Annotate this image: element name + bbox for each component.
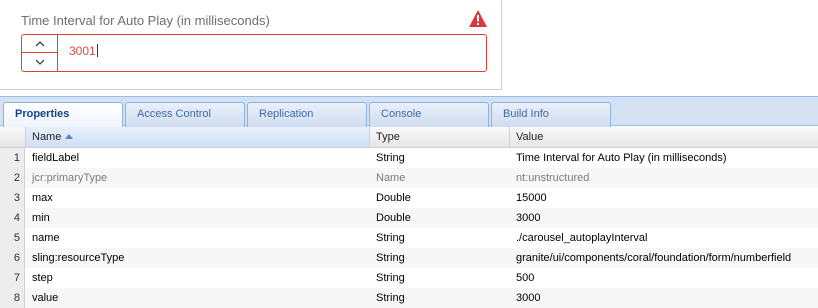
- cell-type: Name: [376, 172, 406, 184]
- cell-value: Time Interval for Auto Play (in millisec…: [516, 152, 727, 164]
- cell-type: Double: [376, 212, 411, 224]
- cell-name: fieldLabel: [32, 152, 80, 164]
- column-header-value[interactable]: Value: [510, 127, 818, 147]
- number-stepper-field: 3001: [21, 34, 487, 72]
- column-header-name-label: Name: [32, 131, 62, 143]
- cell-type: String: [376, 292, 405, 304]
- chevron-up-icon: [35, 41, 44, 47]
- properties-grid: Name Type Value 1 fieldLabel String Time In…: [0, 127, 818, 308]
- tab-bar: Properties Access Control Replication Co…: [0, 96, 818, 128]
- cell-value: 15000: [516, 192, 547, 204]
- stepper-buttons: [22, 35, 58, 71]
- cell-value: 3000: [516, 212, 541, 224]
- tab-replication[interactable]: Replication: [247, 102, 367, 127]
- row-number: 1: [0, 148, 25, 168]
- field-label: Time Interval for Auto Play (in millisec…: [21, 13, 270, 28]
- row-number: 2: [0, 168, 25, 188]
- row-number: 3: [0, 188, 25, 208]
- row-number: 7: [0, 268, 25, 288]
- cell-name: sling:resourceType: [32, 252, 125, 264]
- cell-type: String: [376, 272, 405, 284]
- table-row[interactable]: 7 step String 500: [0, 268, 818, 288]
- table-row[interactable]: 1 fieldLabel String Time Interval for Auto …: [0, 148, 818, 168]
- table-row[interactable]: 5 name String ./carousel_autoplayInterval: [0, 228, 818, 248]
- tab-build-info[interactable]: Build Info: [491, 102, 611, 127]
- row-number: 5: [0, 228, 25, 248]
- cell-name: min: [32, 212, 50, 224]
- cell-value: nt:unstructured: [516, 172, 590, 184]
- cell-value: 3000: [516, 292, 541, 304]
- table-row[interactable]: 2 jcr:primaryType Name nt:unstructured: [0, 168, 818, 188]
- rownum-header: [0, 127, 26, 147]
- cell-name: name: [32, 232, 60, 244]
- alert-triangle-icon: [469, 10, 487, 27]
- cell-type: String: [376, 232, 405, 244]
- row-number: 4: [0, 208, 25, 228]
- cell-value: ./carousel_autoplayInterval: [516, 232, 648, 244]
- table-row[interactable]: 6 sling:resourceType String granite/ui/comp…: [0, 248, 818, 268]
- number-field-panel: Time Interval for Auto Play (in millisec…: [0, 0, 502, 90]
- row-number: 6: [0, 248, 25, 268]
- number-input[interactable]: 3001: [69, 44, 98, 58]
- cell-name: max: [32, 192, 53, 204]
- cell-value: granite/ui/components/coral/foundation/f…: [516, 252, 792, 264]
- increment-button[interactable]: [22, 35, 57, 53]
- cell-name: value: [32, 292, 59, 304]
- column-header-name[interactable]: Name: [26, 127, 370, 147]
- table-row[interactable]: 3 max Double 15000: [0, 188, 818, 208]
- cell-value: 500: [516, 272, 535, 284]
- grid-header: Name Type Value: [0, 127, 818, 148]
- cell-type: Double: [376, 192, 411, 204]
- cell-type: String: [376, 252, 405, 264]
- tab-console[interactable]: Console: [369, 102, 489, 127]
- chevron-down-icon: [35, 59, 44, 65]
- row-number: 8: [0, 288, 25, 308]
- table-row[interactable]: 4 min Double 3000: [0, 208, 818, 228]
- tab-properties[interactable]: Properties: [3, 102, 123, 128]
- number-input-value: 3001: [69, 44, 96, 58]
- tab-access-control[interactable]: Access Control: [125, 102, 245, 127]
- table-row[interactable]: 8 value String 3000: [0, 288, 818, 308]
- cell-type: String: [376, 152, 405, 164]
- decrement-button[interactable]: [22, 53, 57, 71]
- text-caret: [96, 44, 98, 57]
- sort-ascending-icon: [65, 134, 74, 139]
- cell-name: step: [32, 272, 53, 284]
- cell-name: jcr:primaryType: [32, 172, 108, 184]
- column-header-type[interactable]: Type: [370, 127, 510, 147]
